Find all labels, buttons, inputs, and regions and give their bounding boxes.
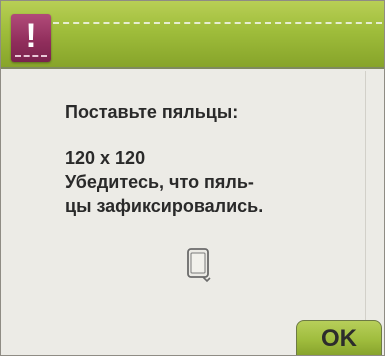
message-line-4: цы зафиксировались. [65,196,264,216]
badge-stitch-line [15,55,47,57]
message-title: Поставьте пяльцы: [65,102,239,122]
warning-badge: ! [11,14,51,62]
message-line-3: Убедитесь, что пяль- [65,172,254,192]
dialog-header [1,1,384,69]
hoop-size: 120 x 120 [65,148,146,168]
dialog-message: Поставьте пяльцы: 120 x 120 Убедитесь, ч… [65,100,365,218]
right-divider [365,71,366,355]
exclamation-icon: ! [25,17,37,55]
header-stitch-line [53,22,382,24]
embroidery-hoop-icon [187,248,211,283]
ok-button[interactable]: OK [296,320,382,355]
alert-dialog: ! Поставьте пяльцы: 120 x 120 Убедитесь,… [0,0,385,356]
